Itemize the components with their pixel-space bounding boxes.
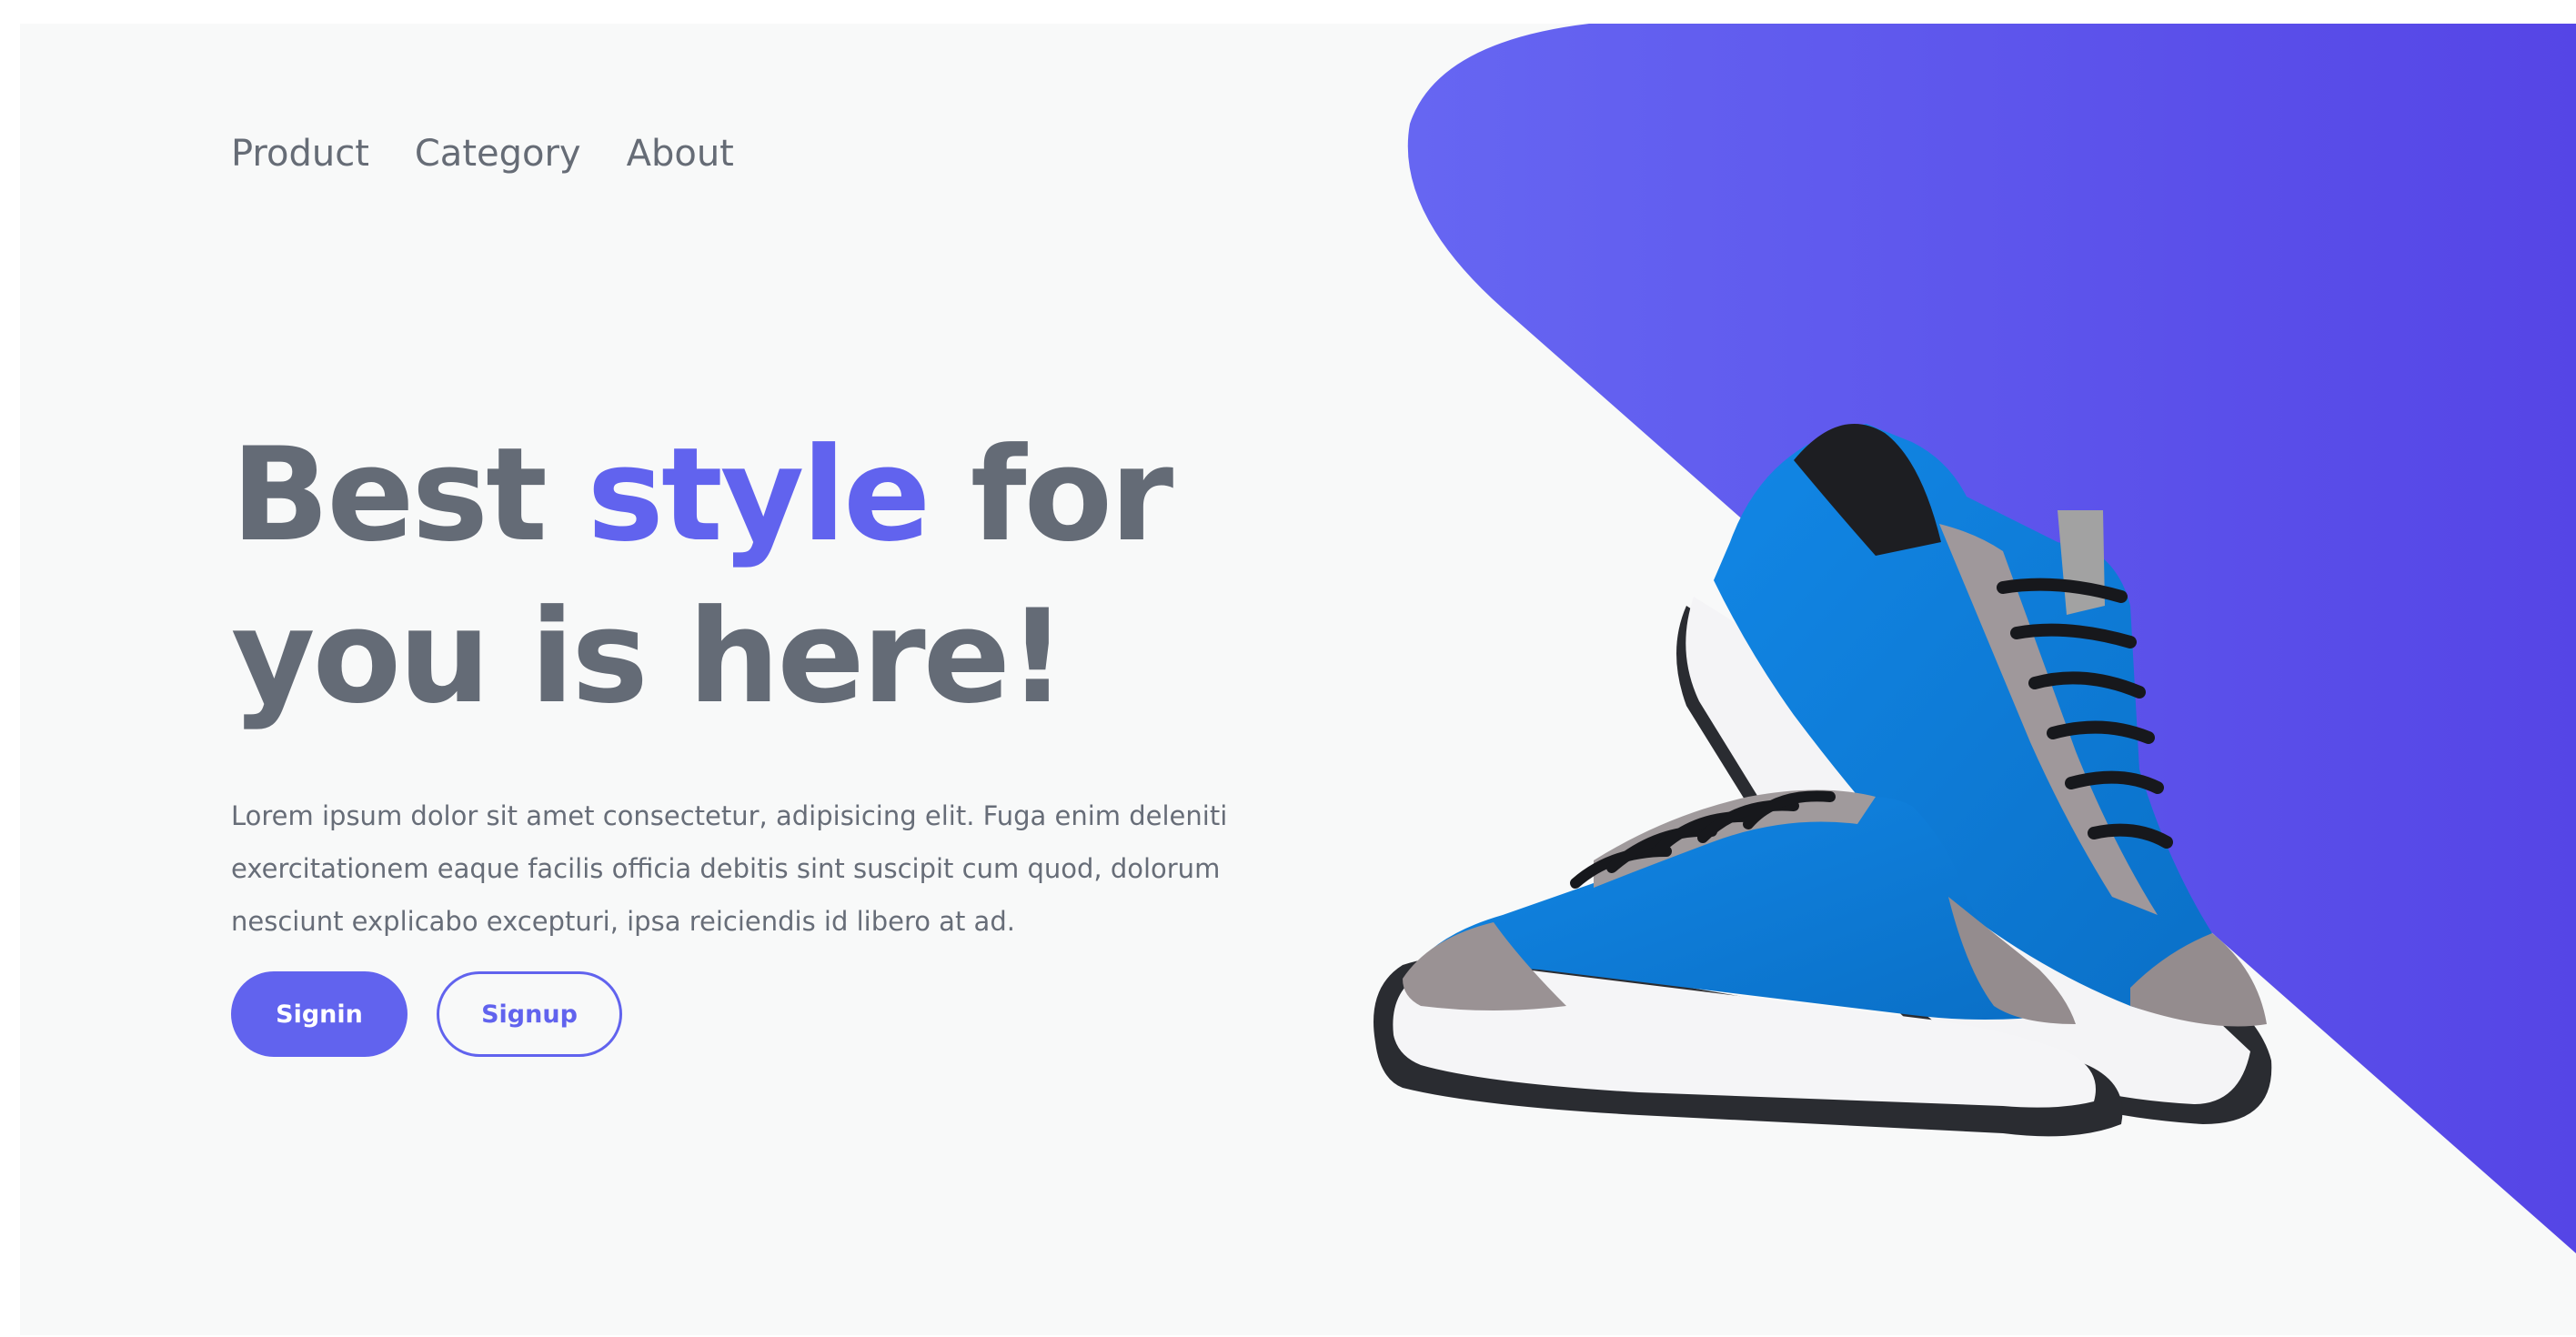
hero-description: Lorem ipsum dolor sit amet consectetur, …	[231, 800, 1228, 937]
hero-headline: Best style for you is here!	[231, 415, 1173, 739]
headline-accent: style	[587, 420, 931, 570]
sneakers-image	[1374, 424, 2272, 1137]
headline-part-2: for	[928, 420, 1173, 570]
nav-link-product[interactable]: Product	[231, 133, 369, 175]
headline-part-1: Best	[231, 420, 588, 570]
main-nav: Product Category About	[231, 133, 734, 175]
signin-button[interactable]: Signin	[231, 971, 408, 1057]
nav-link-about[interactable]: About	[627, 133, 734, 175]
signup-button[interactable]: Signup	[437, 971, 622, 1057]
headline-line-2: you is here!	[231, 582, 1067, 732]
nav-link-category[interactable]: Category	[415, 133, 581, 175]
landing-page: Product Category About Best style for you…	[20, 24, 2576, 1335]
